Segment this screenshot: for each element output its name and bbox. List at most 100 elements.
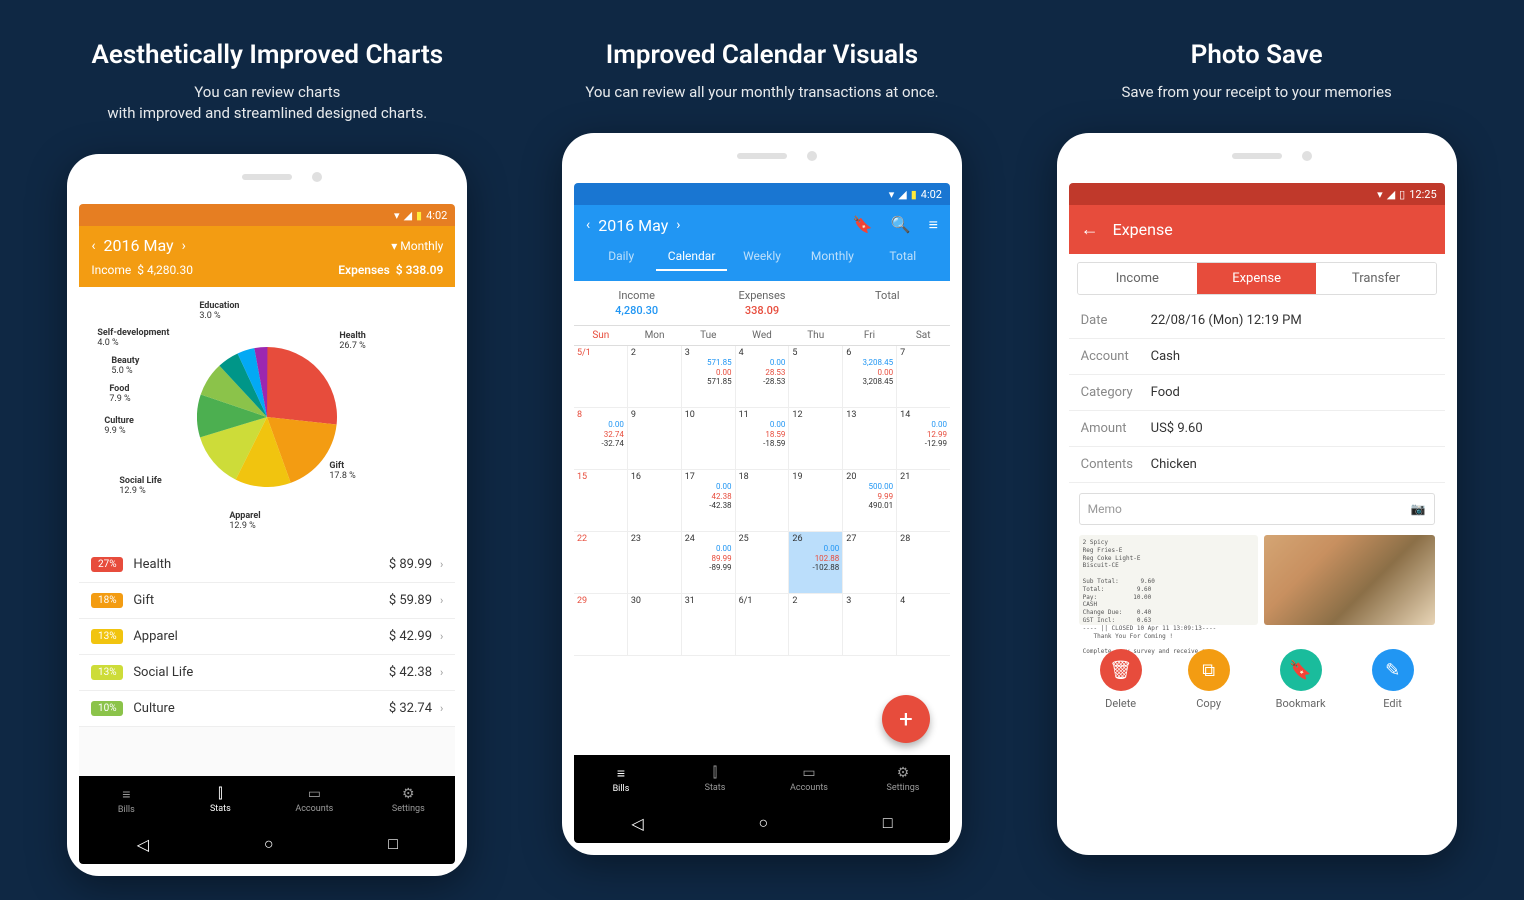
chevron-right-icon[interactable]: ›	[182, 238, 186, 254]
calendar-day[interactable]: 170.0042.38-42.38	[682, 470, 736, 531]
panel2-subtitle: You can review all your monthly transact…	[522, 82, 1002, 103]
calendar-day[interactable]: 22	[574, 532, 628, 593]
camera-icon[interactable]: 📷	[1411, 502, 1426, 516]
nav-accounts[interactable]: ▭Accounts	[267, 776, 361, 824]
action-bookmark[interactable]: 🔖Bookmark	[1276, 649, 1326, 710]
nav-stats[interactable]: ⫿Stats	[173, 776, 267, 824]
nav-accounts[interactable]: ▭Accounts	[762, 755, 856, 803]
recent-icon[interactable]: □	[883, 813, 893, 833]
pie-label: Self-development4.0 %	[97, 329, 169, 349]
panel3-title: Photo Save	[1017, 40, 1497, 70]
action-delete[interactable]: 🗑Delete	[1100, 649, 1142, 710]
bookmark-icon[interactable]: 🔖	[853, 215, 873, 235]
calendar-day[interactable]: 4	[897, 594, 950, 655]
tab-monthly[interactable]: Monthly	[797, 243, 867, 271]
tab-total[interactable]: Total	[868, 243, 938, 271]
back-arrow-icon[interactable]: ←	[1081, 219, 1099, 240]
calendar-day[interactable]: 260.00102.88-102.88	[789, 532, 843, 593]
calendar-day[interactable]: 110.0018.59-18.59	[736, 408, 790, 469]
search-icon[interactable]: 🔍	[891, 215, 911, 235]
recent-icon[interactable]: □	[388, 834, 398, 854]
period-selector[interactable]: ▾ Monthly	[391, 239, 443, 253]
calendar-day[interactable]: 5	[789, 346, 843, 407]
memo-field[interactable]: Memo 📷	[1079, 493, 1435, 525]
calendar-day[interactable]: 13	[843, 408, 897, 469]
android-nav: ◁ ○ □	[574, 803, 950, 843]
calendar-day[interactable]: 16	[628, 470, 682, 531]
date-selector[interactable]: ‹ 2016 May ›	[586, 216, 681, 235]
calendar-day[interactable]: 20500.009.99490.01	[843, 470, 897, 531]
tab-daily[interactable]: Daily	[586, 243, 656, 271]
nav-bills[interactable]: ≡Bills	[79, 776, 173, 824]
action-edit[interactable]: ✎Edit	[1372, 649, 1414, 710]
chevron-left-icon[interactable]: ‹	[586, 217, 590, 233]
calendar-day[interactable]: 2	[789, 594, 843, 655]
calendar-day[interactable]: 31	[682, 594, 736, 655]
category-row[interactable]: 10%Culture$ 32.74›	[79, 691, 455, 727]
calendar-day[interactable]: 6/1	[736, 594, 790, 655]
nav-settings[interactable]: ⚙Settings	[856, 755, 950, 803]
date-selector[interactable]: ‹ 2016 May ›	[91, 236, 186, 255]
home-icon[interactable]: ○	[264, 834, 274, 854]
form-account[interactable]: AccountCash	[1069, 339, 1445, 375]
calendar-day[interactable]: 28	[897, 532, 950, 593]
receipt-photo[interactable]: 2 SpicyReg Fries-EReg Coke Light-EBiscui…	[1079, 535, 1258, 625]
calendar-day[interactable]: 23	[628, 532, 682, 593]
calendar-day[interactable]: 12	[789, 408, 843, 469]
add-fab[interactable]: +	[882, 695, 930, 743]
calendar-day[interactable]: 19	[789, 470, 843, 531]
nav-settings[interactable]: ⚙Settings	[361, 776, 455, 824]
category-row[interactable]: 13%Social Life$ 42.38›	[79, 655, 455, 691]
calendar-day[interactable]: 140.0012.99-12.99	[897, 408, 950, 469]
form-amount[interactable]: AmountUS$ 9.60	[1069, 411, 1445, 447]
action-copy[interactable]: ⧉Copy	[1188, 649, 1230, 710]
category-row[interactable]: 13%Apparel$ 42.99›	[79, 619, 455, 655]
calendar-day[interactable]: 240.0089.99-89.99	[682, 532, 736, 593]
calendar-day[interactable]: 40.0028.53-28.53	[736, 346, 790, 407]
calendar-day[interactable]: 25	[736, 532, 790, 593]
nav-bills[interactable]: ≡Bills	[574, 755, 668, 803]
calendar-day[interactable]: 29	[574, 594, 628, 655]
tab-weekly[interactable]: Weekly	[727, 243, 797, 271]
calendar-day[interactable]: 80.0032.74-32.74	[574, 408, 628, 469]
calendar-day[interactable]: 18	[736, 470, 790, 531]
calendar-day[interactable]: 30	[628, 594, 682, 655]
calendar-day[interactable]: 5/1	[574, 346, 628, 407]
calendar-day[interactable]: 21	[897, 470, 950, 531]
calendar-day[interactable]: 27	[843, 532, 897, 593]
status-time: 12:25	[1409, 188, 1436, 201]
panel1-title: Aesthetically Improved Charts	[27, 40, 507, 70]
nav-stats[interactable]: ⫿Stats	[668, 755, 762, 803]
pie-label: Social Life12.9 %	[119, 477, 161, 497]
type-tabs: IncomeExpenseTransfer	[1077, 262, 1437, 295]
form-category[interactable]: CategoryFood	[1069, 375, 1445, 411]
back-icon[interactable]: ◁	[631, 814, 643, 833]
signal-icon: ◢	[1387, 188, 1395, 201]
calendar-day[interactable]: 3571.850.00571.85	[682, 346, 736, 407]
type-tab-income[interactable]: Income	[1078, 263, 1197, 294]
type-tab-expense[interactable]: Expense	[1197, 263, 1316, 294]
calendar-day[interactable]: 9	[628, 408, 682, 469]
food-photo[interactable]	[1264, 535, 1435, 625]
chevron-left-icon[interactable]: ‹	[91, 238, 95, 254]
calendar-day[interactable]: 3	[843, 594, 897, 655]
filter-icon[interactable]: ≡	[929, 215, 938, 235]
calendar-day[interactable]: 15	[574, 470, 628, 531]
calendar-day[interactable]: 7	[897, 346, 950, 407]
calendar-day[interactable]: 2	[628, 346, 682, 407]
back-icon[interactable]: ◁	[137, 835, 149, 854]
chevron-right-icon[interactable]: ›	[676, 217, 680, 233]
form-contents[interactable]: ContentsChicken	[1069, 447, 1445, 483]
nav-icon: ▭	[308, 786, 321, 802]
type-tab-transfer[interactable]: Transfer	[1316, 263, 1435, 294]
summary-expenses: Expenses338.09	[699, 289, 824, 317]
category-row[interactable]: 18%Gift$ 59.89›	[79, 583, 455, 619]
form-date[interactable]: Date22/08/16 (Mon) 12:19 PM	[1069, 303, 1445, 339]
tab-calendar[interactable]: Calendar	[656, 243, 726, 271]
calendar-day[interactable]: 10	[682, 408, 736, 469]
calendar-day[interactable]: 63,208.450.003,208.45	[843, 346, 897, 407]
category-row[interactable]: 27%Health$ 89.99›	[79, 547, 455, 583]
status-bar: ▾ ◢ ▮ 4:02	[574, 183, 950, 205]
home-icon[interactable]: ○	[758, 813, 768, 833]
nav-icon: ⚙	[897, 765, 910, 781]
